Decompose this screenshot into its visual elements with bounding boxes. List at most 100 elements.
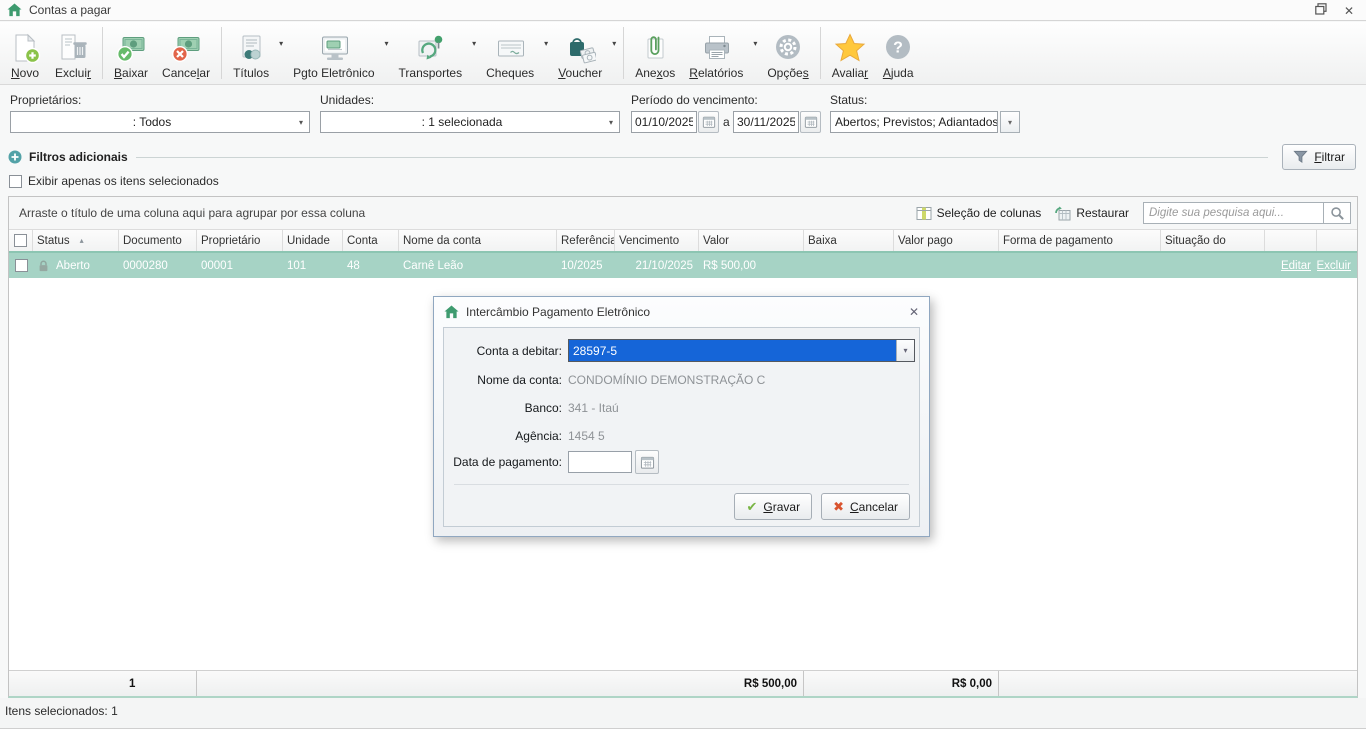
grid-header-row: Status▴ Documento Proprietário Unidade C…: [9, 230, 1357, 253]
grid-search-box: [1143, 202, 1351, 224]
status-label: Status:: [830, 93, 867, 107]
gear-icon: [772, 32, 804, 64]
column-header-referencia[interactable]: Referência: [557, 230, 615, 251]
cheques-dropdown-arrow[interactable]: ▾: [541, 22, 551, 65]
banco-label: Banco:: [444, 401, 562, 415]
column-header-nome-conta[interactable]: Nome da conta: [399, 230, 557, 251]
opcoes-button[interactable]: Opções: [760, 22, 815, 84]
column-header-situacao[interactable]: Situação do: [1161, 230, 1265, 251]
status-combobox[interactable]: Abertos; Previstos; Adiantados: [830, 111, 998, 133]
calendar-icon[interactable]: [635, 450, 659, 474]
dialog-title-bar[interactable]: Intercâmbio Pagamento Eletrônico ✕: [434, 297, 929, 327]
periodo-de-input[interactable]: [631, 111, 697, 133]
titulos-dropdown-arrow[interactable]: ▾: [276, 22, 286, 65]
avaliar-button[interactable]: Avaliar: [825, 22, 875, 84]
nome-conta-label: Nome da conta:: [444, 373, 562, 387]
home-icon: [444, 305, 459, 319]
restore-layout-button[interactable]: Restaurar: [1055, 206, 1129, 221]
dialog-cancelar-button[interactable]: ✖ Cancelar: [821, 493, 910, 520]
row-situacao: [1161, 253, 1265, 278]
exibir-selecionados-checkbox[interactable]: [9, 175, 22, 188]
voucher-dropdown-arrow[interactable]: ▾: [609, 22, 619, 65]
group-by-bar[interactable]: Arraste o título de uma coluna aqui para…: [9, 197, 1357, 230]
row-conta: 48: [343, 253, 399, 278]
transportes-button[interactable]: Transportes: [392, 22, 470, 84]
anexos-button[interactable]: Anexos: [628, 22, 682, 84]
calendar-icon[interactable]: [800, 111, 821, 133]
help-icon: ?: [882, 32, 914, 64]
unidades-combobox[interactable]: : 1 selecionada ▾: [320, 111, 620, 133]
divider: [136, 157, 1269, 158]
voucher-icon: [564, 32, 596, 64]
data-pagamento-input[interactable]: [568, 451, 632, 473]
filtrar-button[interactable]: Filtrar: [1282, 144, 1356, 170]
dialog-close-button[interactable]: ✕: [909, 305, 919, 319]
funnel-icon: [1293, 150, 1308, 164]
pay-check-icon: [115, 32, 147, 64]
calendar-icon[interactable]: [698, 111, 719, 133]
excluir-button[interactable]: Excluir: [48, 22, 98, 84]
transportes-icon: [414, 32, 446, 64]
gravar-button[interactable]: ✔ Gravar: [734, 493, 812, 520]
periodo-ate-input[interactable]: [733, 111, 799, 133]
relatorios-button[interactable]: Relatórios: [682, 22, 750, 84]
toolbar-separator: [102, 27, 103, 79]
relatorios-dropdown-arrow[interactable]: ▾: [750, 22, 760, 65]
restore-window-button[interactable]: [1315, 3, 1327, 18]
cross-icon: ✖: [833, 499, 844, 515]
row-valor-pago: [894, 253, 999, 278]
row-proprietario: 00001: [197, 253, 283, 278]
column-chooser-button[interactable]: Seleção de colunas: [916, 206, 1042, 221]
cancelar-button[interactable]: Cancelar: [155, 22, 217, 84]
select-all-checkbox[interactable]: [14, 234, 27, 247]
grid-search-input[interactable]: [1144, 203, 1323, 223]
conta-debitar-combobox[interactable]: 28597-5 ▾: [568, 339, 915, 362]
column-header-unidade[interactable]: Unidade: [283, 230, 343, 251]
printer-icon: [700, 32, 732, 64]
column-header-conta[interactable]: Conta: [343, 230, 399, 251]
filtros-adicionais-label[interactable]: Filtros adicionais: [29, 150, 128, 164]
table-row-selected[interactable]: Aberto 0000280 00001 101 48 Carnê Leão 1…: [9, 253, 1357, 278]
titulos-button[interactable]: Títulos: [226, 22, 276, 84]
search-icon[interactable]: [1323, 203, 1350, 223]
total-valor-pago: R$ 0,00: [894, 671, 999, 696]
cheques-button[interactable]: Cheques: [479, 22, 541, 84]
transportes-dropdown-arrow[interactable]: ▾: [469, 22, 479, 65]
baixar-button[interactable]: Baixar: [107, 22, 155, 84]
column-header-vencimento[interactable]: Vencimento: [615, 230, 699, 251]
pgto-eletronico-dropdown-arrow[interactable]: ▾: [382, 22, 392, 65]
sort-asc-icon: ▴: [80, 236, 84, 245]
status-bar: Itens selecionados: 1: [0, 698, 1366, 729]
data-pagamento-label: Data de pagamento:: [444, 455, 562, 469]
row-nome-conta: Carnê Leão: [399, 253, 557, 278]
unidades-label: Unidades:: [320, 93, 374, 107]
column-header-proprietario[interactable]: Proprietário: [197, 230, 283, 251]
column-header-valor[interactable]: Valor: [699, 230, 804, 251]
column-header-status[interactable]: Status▴: [33, 230, 119, 251]
column-header-baixa[interactable]: Baixa: [804, 230, 894, 251]
status-dropdown-arrow[interactable]: ▾: [1000, 111, 1020, 133]
toolbar-separator: [221, 27, 222, 79]
column-header-forma-pagamento[interactable]: Forma de pagamento: [999, 230, 1161, 251]
row-checkbox[interactable]: [15, 259, 28, 272]
toolbar-separator: [820, 27, 821, 79]
novo-button[interactable]: Novo: [2, 22, 48, 84]
dialog-intercambio-pagamento: Intercâmbio Pagamento Eletrônico ✕ Conta…: [433, 296, 930, 537]
close-window-button[interactable]: ✕: [1344, 4, 1354, 18]
expand-plus-icon[interactable]: [8, 150, 22, 164]
voucher-button[interactable]: Voucher: [551, 22, 609, 84]
column-header-documento[interactable]: Documento: [119, 230, 197, 251]
chevron-down-icon: ▾: [603, 118, 619, 127]
proprietarios-combobox[interactable]: : Todos ▾: [10, 111, 310, 133]
editar-link[interactable]: Editar: [1281, 260, 1311, 272]
agencia-value: 1454 5: [568, 429, 605, 443]
dialog-body: Conta a debitar: 28597-5 ▾ Nome da conta…: [443, 327, 920, 527]
pgto-eletronico-button[interactable]: Pgto Eletrônico: [286, 22, 381, 84]
delete-page-icon: [57, 32, 89, 64]
column-chooser-icon: [916, 206, 932, 221]
check-icon: ✔: [746, 499, 757, 515]
titulos-icon: [235, 32, 267, 64]
ajuda-button[interactable]: ? Ajuda: [875, 22, 921, 84]
column-header-valor-pago[interactable]: Valor pago: [894, 230, 999, 251]
excluir-link[interactable]: Excluir: [1317, 260, 1351, 272]
